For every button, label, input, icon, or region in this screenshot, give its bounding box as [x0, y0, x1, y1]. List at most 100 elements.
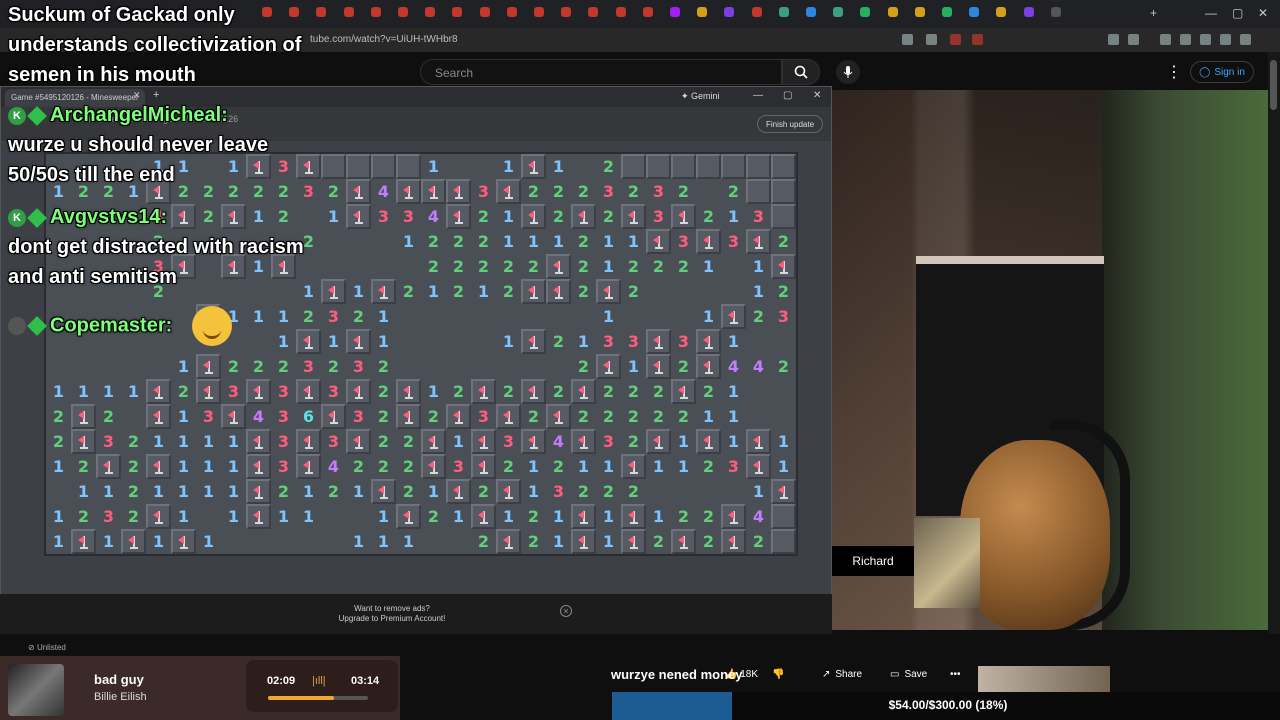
- mine-cell-number[interactable]: 2: [646, 404, 671, 429]
- mine-cell-number[interactable]: 2: [421, 404, 446, 429]
- mine-cell-number[interactable]: 1: [196, 429, 221, 454]
- mine-cell-number[interactable]: 2: [621, 404, 646, 429]
- mine-cell-number[interactable]: 2: [571, 229, 596, 254]
- mine-cell-number[interactable]: 2: [446, 279, 471, 304]
- mine-cell-empty[interactable]: [546, 304, 571, 329]
- mine-cell-number[interactable]: 4: [321, 454, 346, 479]
- mine-cell-number[interactable]: 2: [121, 504, 146, 529]
- mine-cell-empty[interactable]: [346, 254, 371, 279]
- mine-cell-number[interactable]: 2: [446, 379, 471, 404]
- mine-cell-number[interactable]: 3: [271, 154, 296, 179]
- mine-cell-number[interactable]: 2: [646, 254, 671, 279]
- mine-cell-empty[interactable]: [296, 529, 321, 554]
- mine-cell-number[interactable]: 2: [546, 379, 571, 404]
- mine-cell-empty[interactable]: [771, 404, 796, 429]
- mine-cell-number[interactable]: 1: [646, 504, 671, 529]
- mine-cell-number[interactable]: 2: [421, 229, 446, 254]
- extension-icon[interactable]: [902, 34, 913, 45]
- mine-cell-hidden[interactable]: [346, 154, 371, 179]
- browser-tab-icon[interactable]: [1050, 7, 1061, 17]
- mine-cell-number[interactable]: 3: [596, 429, 621, 454]
- mine-cell-flag[interactable]: [171, 529, 196, 554]
- mine-cell-number[interactable]: 1: [746, 279, 771, 304]
- mine-cell-empty[interactable]: [721, 254, 746, 279]
- mine-cell-number[interactable]: 1: [496, 229, 521, 254]
- mine-cell-flag[interactable]: [746, 229, 771, 254]
- mine-cell-flag[interactable]: [571, 204, 596, 229]
- mine-cell-number[interactable]: 3: [671, 329, 696, 354]
- mine-cell-empty[interactable]: [271, 529, 296, 554]
- mine-cell-empty[interactable]: [571, 154, 596, 179]
- mine-cell-number[interactable]: 1: [546, 529, 571, 554]
- mine-cell-number[interactable]: 1: [496, 504, 521, 529]
- mine-cell-flag[interactable]: [646, 429, 671, 454]
- mine-cell-number[interactable]: 1: [546, 154, 571, 179]
- mine-cell-number[interactable]: 1: [371, 529, 396, 554]
- mine-cell-number[interactable]: 2: [371, 454, 396, 479]
- mine-cell-number[interactable]: 1: [96, 529, 121, 554]
- mine-cell-number[interactable]: 3: [471, 179, 496, 204]
- mine-cell-flag[interactable]: [196, 354, 221, 379]
- mine-cell-flag[interactable]: [421, 179, 446, 204]
- mine-cell-number[interactable]: 1: [171, 354, 196, 379]
- mine-cell-number[interactable]: 1: [421, 479, 446, 504]
- browser-tab-icon[interactable]: [425, 7, 436, 17]
- mine-cell-flag[interactable]: [246, 379, 271, 404]
- mine-cell-flag[interactable]: [521, 204, 546, 229]
- mine-cell-number[interactable]: 3: [746, 204, 771, 229]
- mine-cell-number[interactable]: 2: [271, 354, 296, 379]
- mine-cell-number[interactable]: 1: [646, 454, 671, 479]
- mine-cell-number[interactable]: 2: [471, 479, 496, 504]
- mine-cell-number[interactable]: 1: [521, 479, 546, 504]
- mine-cell-number[interactable]: 2: [646, 529, 671, 554]
- mine-cell-flag[interactable]: [121, 529, 146, 554]
- mine-cell-empty[interactable]: [621, 304, 646, 329]
- mine-cell-number[interactable]: 1: [221, 454, 246, 479]
- mine-cell-flag[interactable]: [621, 454, 646, 479]
- mine-cell-flag[interactable]: [296, 454, 321, 479]
- mine-cell-number[interactable]: 3: [346, 404, 371, 429]
- mine-cell-number[interactable]: 1: [521, 454, 546, 479]
- mine-cell-number[interactable]: 1: [621, 229, 646, 254]
- mine-cell-flag[interactable]: [571, 379, 596, 404]
- browser-tab-icon[interactable]: [670, 7, 680, 17]
- mine-cell-number[interactable]: 3: [396, 204, 421, 229]
- mine-cell-number[interactable]: 4: [371, 179, 396, 204]
- mine-cell-number[interactable]: 3: [321, 429, 346, 454]
- mine-cell-number[interactable]: 1: [696, 254, 721, 279]
- extension-icon[interactable]: [1200, 34, 1211, 45]
- mine-cell-number[interactable]: 1: [696, 404, 721, 429]
- mine-cell-number[interactable]: 3: [671, 229, 696, 254]
- mine-cell-empty[interactable]: [371, 254, 396, 279]
- mine-cell-number[interactable]: 2: [571, 179, 596, 204]
- mine-cell-flag[interactable]: [296, 154, 321, 179]
- mine-cell-number[interactable]: 1: [171, 479, 196, 504]
- mine-cell-number[interactable]: 1: [221, 504, 246, 529]
- mine-cell-number[interactable]: 1: [371, 329, 396, 354]
- mine-cell-number[interactable]: 1: [546, 504, 571, 529]
- mine-cell-number[interactable]: 2: [521, 254, 546, 279]
- mine-cell-empty[interactable]: [496, 354, 521, 379]
- mine-cell-number[interactable]: 2: [771, 354, 796, 379]
- browser-tab-icon[interactable]: [561, 7, 572, 17]
- mine-cell-empty[interactable]: [196, 504, 221, 529]
- mine-cell-number[interactable]: 2: [496, 454, 521, 479]
- mine-cell-flag[interactable]: [696, 229, 721, 254]
- mine-cell-number[interactable]: 2: [271, 479, 296, 504]
- mine-cell-number[interactable]: 1: [596, 304, 621, 329]
- voice-search-button[interactable]: [836, 60, 860, 84]
- mine-cell-flag[interactable]: [496, 529, 521, 554]
- mine-cell-flag[interactable]: [521, 379, 546, 404]
- mine-cell-flag[interactable]: [246, 429, 271, 454]
- mine-cell-empty[interactable]: [421, 354, 446, 379]
- mine-cell-empty[interactable]: [396, 304, 421, 329]
- mine-cell-flag[interactable]: [71, 404, 96, 429]
- mine-cell-flag[interactable]: [646, 329, 671, 354]
- mine-cell-number[interactable]: 2: [771, 229, 796, 254]
- mine-cell-empty[interactable]: [471, 354, 496, 379]
- browser-tab-icon[interactable]: [914, 7, 925, 17]
- mine-cell-number[interactable]: 2: [696, 529, 721, 554]
- mine-cell-flag[interactable]: [646, 354, 671, 379]
- mine-cell-flag[interactable]: [471, 504, 496, 529]
- browser-tab-icon[interactable]: [370, 7, 381, 17]
